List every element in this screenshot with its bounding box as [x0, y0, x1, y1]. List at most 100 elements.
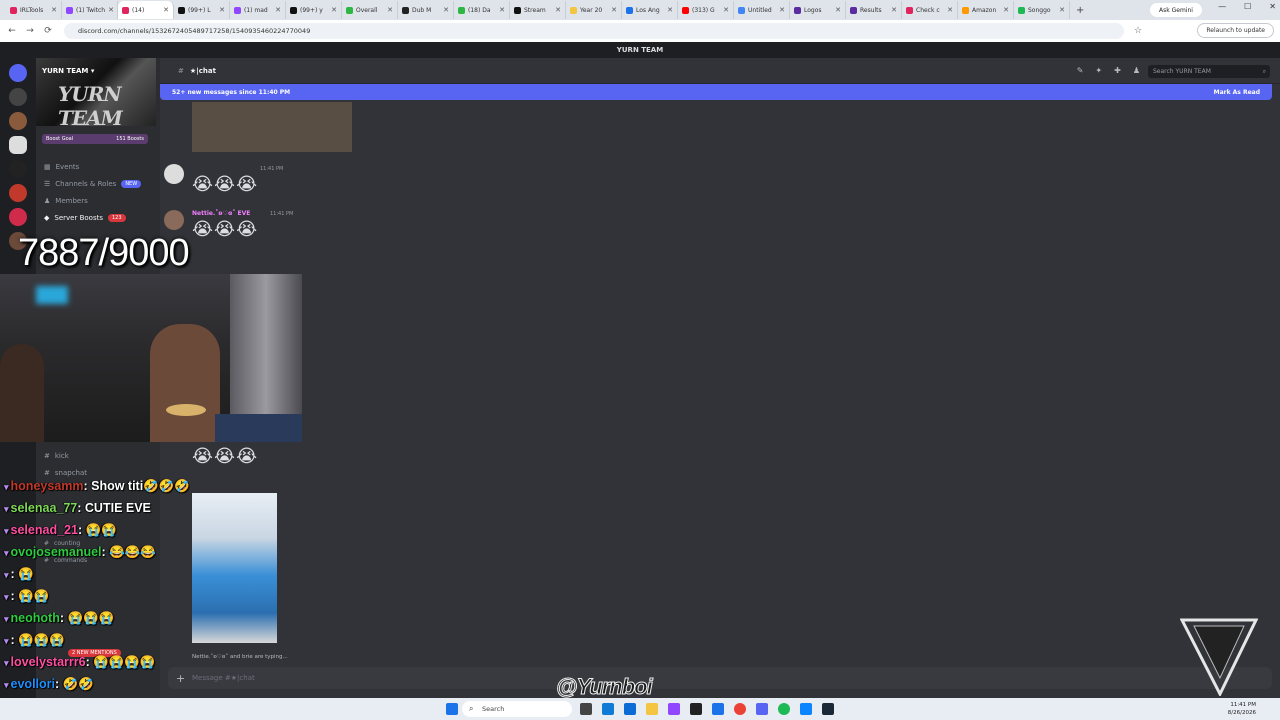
image-attachment[interactable]: [192, 102, 352, 152]
browser-tab[interactable]: (18) Da ✕: [454, 1, 510, 19]
menu-item-server-boosts[interactable]: ◆ Server Boosts 123: [44, 214, 126, 222]
new-messages-bar[interactable]: 52+ new messages since 11:40 PM Mark As …: [160, 84, 1272, 100]
tab-close-icon[interactable]: ✕: [835, 6, 841, 14]
add-attachment-icon[interactable]: +: [176, 672, 185, 685]
tab-close-icon[interactable]: ✕: [219, 6, 225, 14]
tab-close-icon[interactable]: ✕: [275, 6, 281, 14]
menu-item-members[interactable]: ♟ Members: [44, 197, 88, 205]
windows-start-icon[interactable]: [446, 703, 458, 715]
obs-icon[interactable]: [690, 703, 702, 715]
chrome-icon[interactable]: [734, 703, 746, 715]
tab-label: IRLTools: [20, 6, 44, 14]
app-icon[interactable]: [712, 703, 724, 715]
tab-close-icon[interactable]: ✕: [779, 6, 785, 14]
channel-snapchat[interactable]: # snapchat: [44, 469, 87, 477]
task-view-icon[interactable]: [580, 703, 592, 715]
tab-close-icon[interactable]: ✕: [891, 6, 897, 14]
app-icon[interactable]: [800, 703, 812, 715]
chat-line: ▾ evollori: 🤣🤣: [4, 677, 94, 692]
url-field[interactable]: discord.com/channels/1532672405489717258…: [64, 23, 1124, 39]
browser-tab[interactable]: (14) ✕: [118, 1, 174, 19]
browser-tab[interactable]: Year 20 ✕: [566, 1, 622, 19]
tab-close-icon[interactable]: ✕: [947, 6, 953, 14]
relaunch-button[interactable]: Relaunch to update: [1197, 23, 1274, 38]
avatar[interactable]: [164, 164, 184, 184]
browser-tab[interactable]: (1) Twitch ✕: [62, 1, 118, 19]
search-input[interactable]: Search YURN TEAM ⌕: [1148, 65, 1270, 78]
tab-close-icon[interactable]: ✕: [723, 6, 729, 14]
tab-close-icon[interactable]: ✕: [331, 6, 337, 14]
browser-tab[interactable]: Logos ✕: [790, 1, 846, 19]
reload-icon[interactable]: ⟳: [42, 26, 54, 36]
browser-tab[interactable]: IRLTools ✕: [6, 1, 62, 19]
browser-tab[interactable]: Overall ✕: [342, 1, 398, 19]
browser-tab[interactable]: Amazon ✕: [958, 1, 1014, 19]
discord-icon[interactable]: [756, 703, 768, 715]
server-icon[interactable]: [9, 112, 27, 130]
notification-bell-icon[interactable]: ✦: [1095, 66, 1102, 75]
boost-goal-bar[interactable]: Boost Goal 151 Boosts: [42, 134, 148, 144]
threads-icon[interactable]: ✎: [1077, 66, 1084, 75]
close-icon[interactable]: ✕: [1269, 2, 1276, 11]
browser-tab[interactable]: Los Ang ✕: [622, 1, 678, 19]
tab-close-icon[interactable]: ✕: [163, 6, 169, 14]
server-icon-active[interactable]: [9, 136, 27, 154]
member-list-icon[interactable]: ♟: [1133, 66, 1140, 75]
browser-tab[interactable]: (99+) L ✕: [174, 1, 230, 19]
message-input[interactable]: + Message #★|chat: [168, 667, 1272, 689]
bookmark-star-icon[interactable]: ☆: [1132, 26, 1144, 36]
discord-home-icon[interactable]: [9, 64, 27, 82]
tab-close-icon[interactable]: ✕: [555, 6, 561, 14]
system-clock[interactable]: 11:41 PM 8/26/2026: [1228, 701, 1256, 717]
browser-tab[interactable]: (99+) y ✕: [286, 1, 342, 19]
chat-username: evollori: [10, 677, 55, 691]
avatar[interactable]: [164, 210, 184, 230]
taskbar-search[interactable]: ⌕ Search: [462, 701, 572, 717]
browser-tab[interactable]: Results ✕: [846, 1, 902, 19]
tab-close-icon[interactable]: ✕: [1059, 6, 1065, 14]
ask-gemini-button[interactable]: Ask Gemini: [1150, 3, 1202, 17]
video-attachment[interactable]: [192, 493, 277, 643]
server-banner[interactable]: YURN TEAM ▾ YURN TEAM: [36, 58, 156, 130]
browser-tab[interactable]: Dub M ✕: [398, 1, 454, 19]
channel-title: ★|chat: [189, 66, 216, 75]
menu-item-channels-roles[interactable]: ☰ Channels & Roles NEW: [44, 180, 142, 188]
forward-icon[interactable]: →: [24, 26, 36, 36]
server-icon[interactable]: [9, 88, 27, 106]
server-icon[interactable]: [9, 160, 27, 178]
browser-tab[interactable]: (1) mad ✕: [230, 1, 286, 19]
menu-label: Server Boosts: [54, 214, 103, 222]
chat-message: : 😭😭😭: [59, 611, 115, 625]
store-icon[interactable]: [624, 703, 636, 715]
minimize-icon[interactable]: —: [1218, 2, 1226, 11]
tab-close-icon[interactable]: ✕: [499, 6, 505, 14]
tab-close-icon[interactable]: ✕: [51, 6, 57, 14]
tab-close-icon[interactable]: ✕: [1003, 6, 1009, 14]
menu-item-events[interactable]: ▦ Events: [44, 163, 79, 171]
mark-as-read-button[interactable]: Mark As Read: [1214, 89, 1260, 96]
steam-icon[interactable]: [822, 703, 834, 715]
tab-close-icon[interactable]: ✕: [108, 6, 114, 14]
server-name[interactable]: YURN TEAM ▾: [42, 67, 94, 75]
tab-close-icon[interactable]: ✕: [387, 6, 393, 14]
channel-kick[interactable]: # kick: [44, 452, 69, 460]
tab-close-icon[interactable]: ✕: [443, 6, 449, 14]
maximize-icon[interactable]: ☐: [1244, 2, 1251, 11]
tab-close-icon[interactable]: ✕: [667, 6, 673, 14]
browser-tab[interactable]: (313) G ✕: [678, 1, 734, 19]
file-explorer-icon[interactable]: [646, 703, 658, 715]
browser-tab[interactable]: Check c ✕: [902, 1, 958, 19]
server-icon[interactable]: [9, 208, 27, 226]
edge-icon[interactable]: [602, 703, 614, 715]
browser-tab[interactable]: Stream ✕: [510, 1, 566, 19]
back-icon[interactable]: ←: [6, 26, 18, 36]
pin-icon[interactable]: ✚: [1114, 66, 1121, 75]
new-tab-icon[interactable]: +: [1076, 5, 1084, 16]
browser-tab[interactable]: Untitled ✕: [734, 1, 790, 19]
spotify-icon[interactable]: [778, 703, 790, 715]
message-author[interactable]: Nettie.˚ʚ♡ɞ˚ EVE: [192, 210, 250, 217]
tab-close-icon[interactable]: ✕: [611, 6, 617, 14]
twitch-icon[interactable]: [668, 703, 680, 715]
browser-tab[interactable]: Songgo ✕: [1014, 1, 1070, 19]
server-icon[interactable]: [9, 184, 27, 202]
